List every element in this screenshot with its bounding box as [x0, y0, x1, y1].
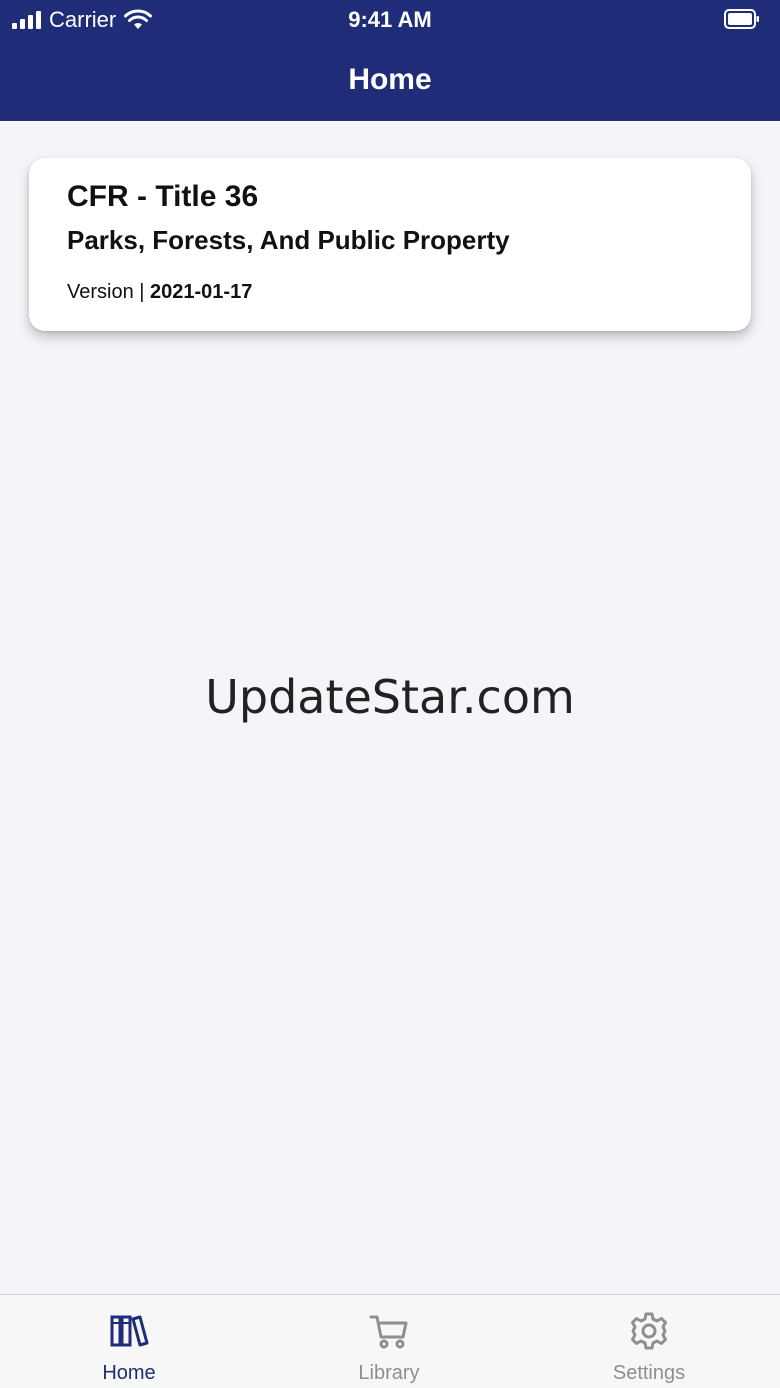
tab-home-label: Home: [102, 1362, 156, 1384]
cart-icon: [369, 1315, 408, 1349]
document-card[interactable]: CFR - Title 36 Parks, Forests, And Publi…: [29, 158, 751, 331]
status-time: 9:41 AM: [348, 7, 432, 32]
tab-bar: Home Library Settings: [0, 1294, 780, 1387]
tab-library[interactable]: Library: [299, 1295, 479, 1388]
card-version: Version | 2021-01-17: [67, 278, 713, 306]
version-label: Version |: [67, 281, 145, 303]
tab-home[interactable]: Home: [39, 1295, 219, 1388]
books-icon: [110, 1315, 149, 1347]
gear-icon: [631, 1312, 667, 1350]
version-date: 2021-01-17: [150, 281, 253, 303]
top-bar: Carrier 9:41 AM Home: [0, 0, 780, 121]
tab-settings[interactable]: Settings: [559, 1295, 739, 1388]
tab-library-label: Library: [358, 1362, 420, 1384]
card-title: CFR - Title 36: [67, 180, 259, 213]
tab-settings-label: Settings: [612, 1362, 686, 1384]
card-subtitle: Parks, Forests, And Public Property: [67, 225, 510, 255]
page-title: Home: [348, 63, 432, 96]
watermark-text: UpdateStar.com: [205, 670, 575, 724]
status-bar: Carrier 9:41 AM: [0, 0, 780, 40]
battery-icon: [724, 9, 759, 29]
